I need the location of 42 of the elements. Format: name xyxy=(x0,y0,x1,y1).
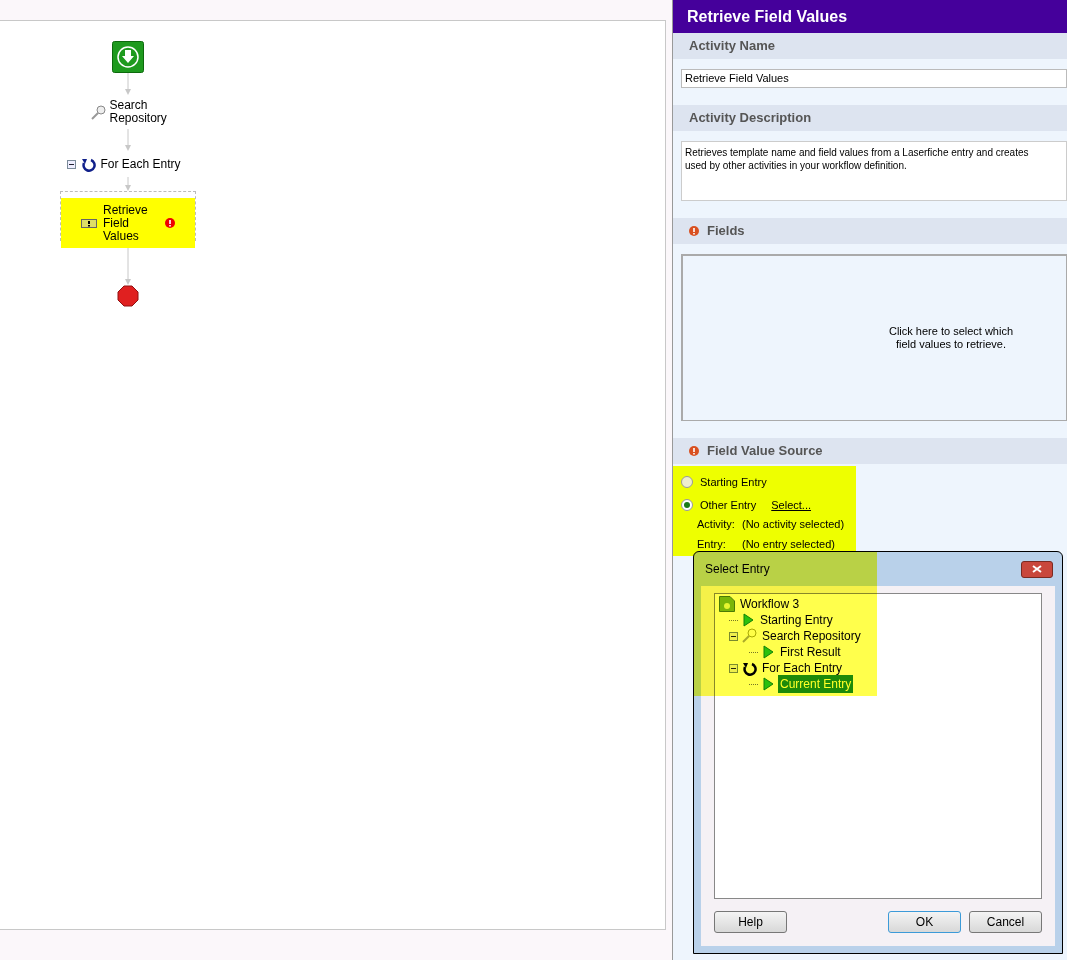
close-icon xyxy=(1032,565,1042,573)
detail-label: Entry: xyxy=(697,536,727,552)
description-field[interactable]: Retrieves template name and field values from a Laserfiche entry and creates used by other activities in your workflow definition. xyxy=(681,141,1067,201)
activity-label: Retrieve Field Values xyxy=(103,203,149,243)
select-link[interactable]: Select... xyxy=(771,496,811,513)
loop-icon xyxy=(80,156,97,172)
radio-label: Starting Entry xyxy=(700,475,767,490)
fields-picker[interactable]: Click here to select which field values to retrieve. xyxy=(681,254,1067,421)
panel-title: Retrieve Field Values xyxy=(673,0,1067,33)
description-line: used by other activities in your workflow definition. xyxy=(685,159,907,172)
section-title: Activity Description xyxy=(689,109,812,128)
section-title: Activity Name xyxy=(689,37,775,56)
connector-arrow xyxy=(124,129,132,151)
dialog-button[interactable]: OK xyxy=(888,911,961,933)
radio-label: Other Entry xyxy=(700,497,757,513)
tree-item[interactable]: For Each Entry xyxy=(760,659,845,677)
field-icon xyxy=(81,218,97,228)
start-icon xyxy=(112,41,144,73)
section-title: Field Value Source xyxy=(707,442,823,461)
radio-button[interactable] xyxy=(681,498,693,511)
dialog-button[interactable]: Help xyxy=(714,911,787,933)
text-field[interactable]: Retrieve Field Values xyxy=(681,69,1067,88)
activity-block[interactable]: Retrieve Field Values xyxy=(61,198,195,248)
stop-icon xyxy=(117,285,139,307)
picker-hint: Click here to select which field values to retrieve. xyxy=(887,325,1015,351)
description-line: Retrieves template name and field values from a Laserfiche entry and creates xyxy=(685,146,1029,159)
tree-item[interactable]: Search Repository xyxy=(760,627,863,645)
detail-value: (No entry selected) xyxy=(742,536,835,552)
magnifier-icon xyxy=(90,104,106,120)
connector-arrow xyxy=(124,177,132,191)
activity-label: Search Repository xyxy=(109,99,166,125)
radio-button[interactable] xyxy=(681,476,693,489)
close-button[interactable] xyxy=(1021,560,1053,578)
connector-arrow xyxy=(124,263,132,285)
section-title: Fields xyxy=(707,222,745,241)
tree-item[interactable]: Starting Entry xyxy=(758,611,835,629)
activity-label: For Each Entry xyxy=(100,156,181,173)
detail-value: (No activity selected) xyxy=(742,517,845,532)
dialog-title: Select Entry xyxy=(705,561,770,578)
connector-arrow xyxy=(124,73,132,95)
detail-label: Activity: xyxy=(697,517,736,532)
dialog-button[interactable]: Cancel xyxy=(969,911,1042,933)
